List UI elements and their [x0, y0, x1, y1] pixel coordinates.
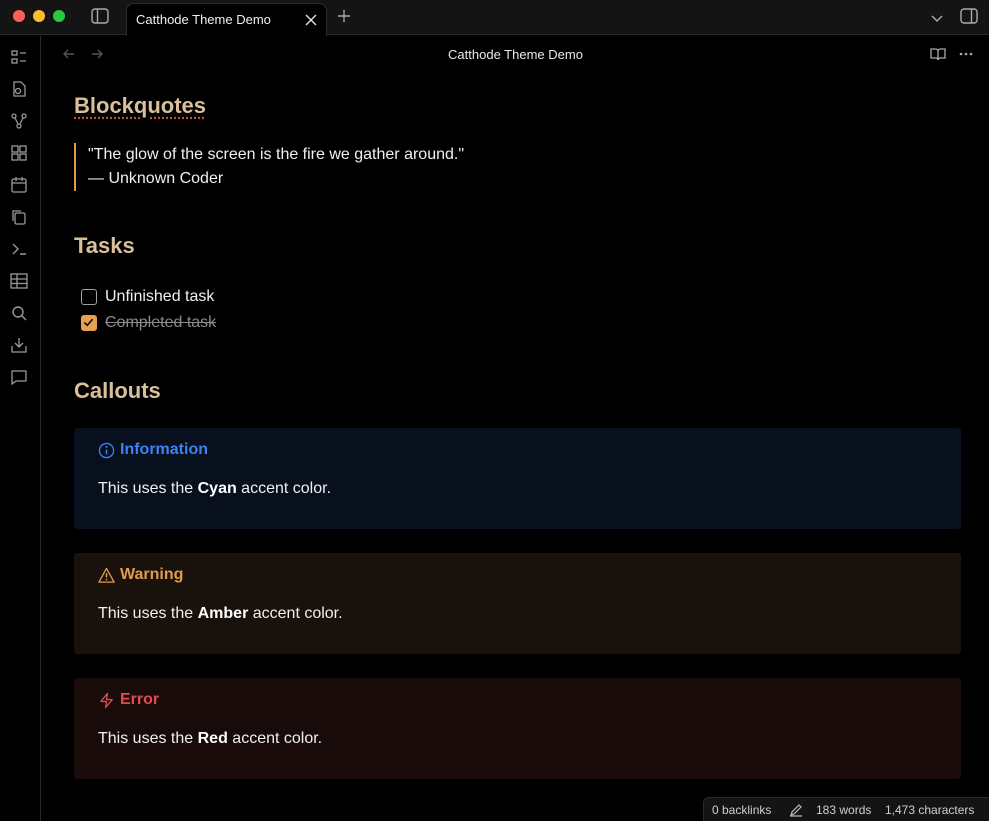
callout-title: Warning — [120, 566, 184, 583]
copy-icon[interactable] — [10, 208, 30, 228]
window-minimize-button[interactable] — [33, 10, 45, 22]
chat-icon[interactable] — [10, 368, 30, 388]
checkmark-icon — [83, 318, 94, 327]
callout-body: This uses the Cyan accent color. — [98, 480, 332, 497]
table-icon[interactable] — [10, 272, 30, 292]
close-icon[interactable] — [305, 13, 317, 26]
task-checkbox-checked[interactable] — [81, 315, 97, 331]
window-close-button[interactable] — [13, 10, 25, 22]
task-label: Unfinished task — [105, 288, 215, 305]
task-label: Completed task — [105, 314, 217, 331]
view-header: Catthode Theme Demo — [42, 36, 989, 74]
pencil-icon[interactable] — [789, 803, 803, 817]
warning-icon — [98, 567, 115, 583]
blockquote: "The glow of the screen is the fire we g… — [74, 143, 464, 191]
file-search-icon[interactable] — [10, 80, 30, 100]
callout-body: This uses the Red accent color. — [98, 730, 323, 747]
callout-body: This uses the Amber accent color. — [98, 605, 343, 622]
status-bar: 0 backlinks 183 words 1,473 characters — [703, 797, 989, 821]
heading-tasks: Tasks — [74, 233, 135, 258]
info-icon — [98, 442, 115, 458]
backlinks-count[interactable]: 0 backlinks — [712, 803, 771, 817]
lightning-icon — [100, 692, 113, 708]
callout-title-row: Warning — [98, 566, 183, 584]
quote-attribution: — Unknown Coder — [88, 170, 224, 187]
tab-active[interactable]: Catthode Theme Demo — [126, 3, 327, 36]
callout-warning[interactable]: Warning This uses the Amber accent color… — [74, 553, 961, 654]
graph-icon[interactable] — [10, 112, 30, 132]
book-open-icon[interactable] — [930, 47, 946, 61]
more-options-icon[interactable] — [958, 47, 974, 61]
chevron-down-icon[interactable] — [930, 11, 944, 23]
calendar-icon[interactable] — [10, 176, 30, 196]
heading-blockquotes: Blockquotes — [74, 93, 207, 118]
heading-callouts: Callouts — [74, 378, 161, 403]
task-checkbox[interactable] — [81, 289, 97, 305]
callout-title: Error — [120, 691, 160, 708]
quote-text: "The glow of the screen is the fire we g… — [88, 146, 465, 163]
callout-info[interactable]: Information This uses the Cyan accent co… — [74, 428, 961, 529]
view-title[interactable]: Catthode Theme Demo — [42, 47, 989, 62]
left-ribbon — [0, 36, 41, 821]
character-count: 1,473 characters — [885, 803, 975, 817]
right-sidebar-toggle-icon[interactable] — [960, 8, 978, 24]
callout-title-row: Error — [98, 691, 159, 709]
callout-title-row: Information — [98, 441, 208, 459]
word-count: 183 words — [816, 803, 872, 817]
callout-title: Information — [120, 441, 208, 458]
callout-error[interactable]: Error This uses the Red accent color. — [74, 678, 961, 779]
dashboard-icon[interactable] — [10, 48, 30, 68]
tab-title: Catthode Theme Demo — [136, 12, 271, 27]
left-sidebar-toggle-icon[interactable] — [91, 8, 109, 24]
canvas-icon[interactable] — [10, 144, 30, 164]
title-bar: Catthode Theme Demo — [0, 0, 989, 36]
plus-icon[interactable] — [337, 9, 351, 23]
callout-body-bold: Amber — [197, 605, 249, 622]
search-icon[interactable] — [10, 304, 30, 324]
callout-body-bold: Cyan — [197, 480, 237, 497]
terminal-icon[interactable] — [10, 240, 30, 260]
download-icon[interactable] — [10, 336, 30, 356]
window-maximize-button[interactable] — [53, 10, 65, 22]
callout-body-bold: Red — [197, 730, 228, 747]
